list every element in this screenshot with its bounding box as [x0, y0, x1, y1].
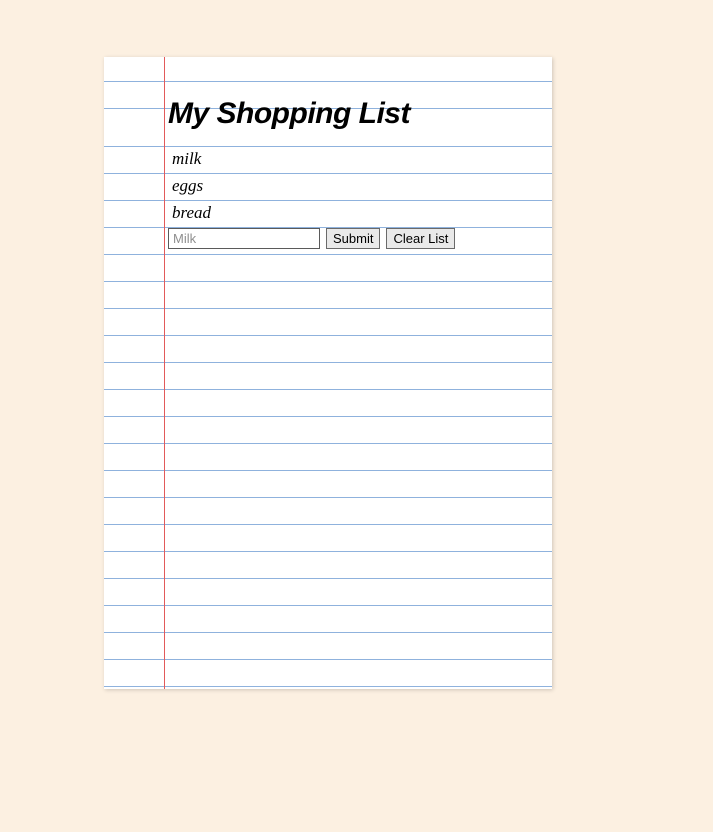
- add-item-form: Submit Clear List: [168, 228, 536, 249]
- item-list: milk eggs bread: [168, 145, 536, 226]
- content-area: My Shopping List milk eggs bread Submit …: [104, 57, 552, 249]
- list-item: bread: [168, 199, 536, 226]
- list-item: eggs: [168, 172, 536, 199]
- item-input[interactable]: [168, 228, 320, 249]
- notepad-paper: My Shopping List milk eggs bread Submit …: [104, 57, 552, 689]
- list-item: milk: [168, 145, 536, 172]
- clear-list-button[interactable]: Clear List: [386, 228, 455, 249]
- page-title: My Shopping List: [168, 97, 536, 131]
- submit-button[interactable]: Submit: [326, 228, 380, 249]
